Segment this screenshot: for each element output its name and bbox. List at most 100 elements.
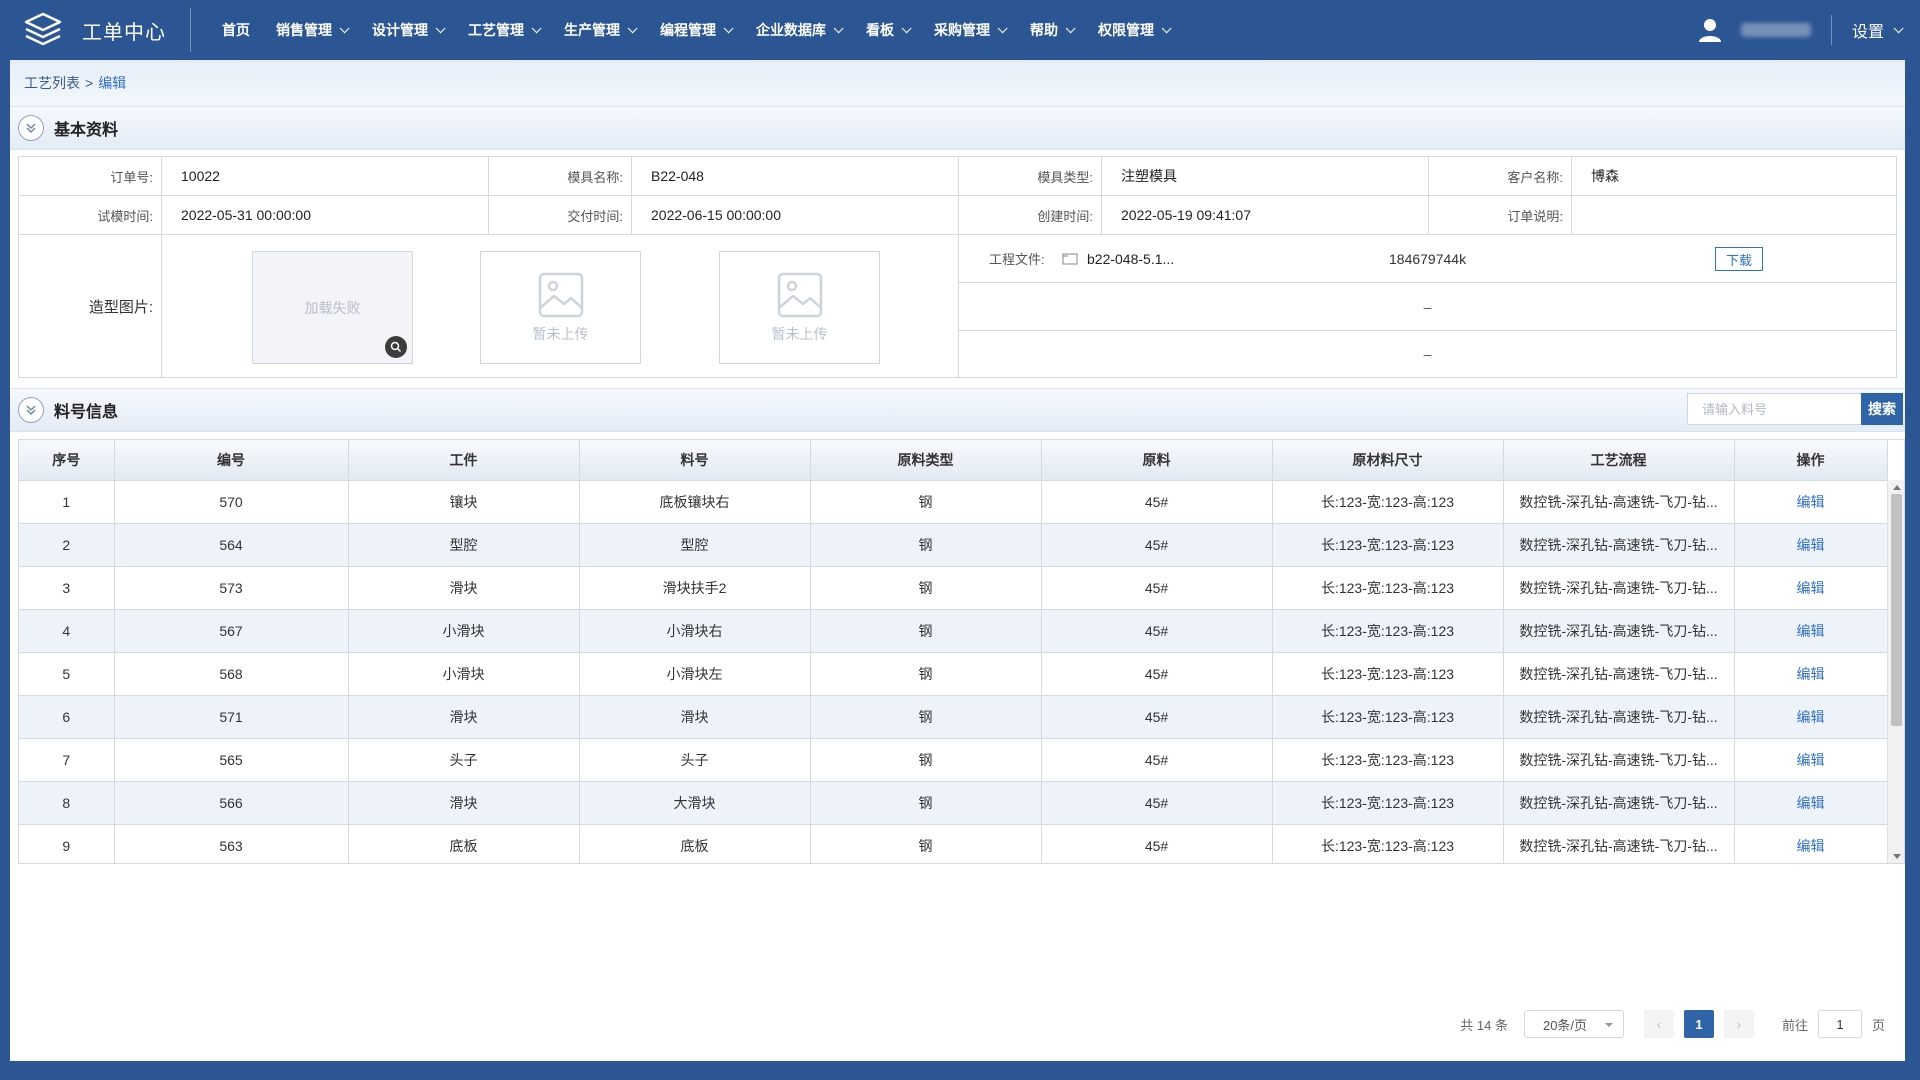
table-cell: 45# xyxy=(1041,824,1273,863)
nav-item-8[interactable]: 采购管理 xyxy=(921,0,1017,60)
table-cell: 滑块 xyxy=(348,566,580,610)
collapse-chevron-icon[interactable] xyxy=(18,397,44,423)
edit-link[interactable]: 编辑 xyxy=(1734,695,1888,739)
table-cell: 571 xyxy=(114,695,349,739)
zoom-icon[interactable] xyxy=(385,336,407,358)
chevron-down-icon xyxy=(339,22,350,33)
goto-page: 前往 页 xyxy=(1782,1010,1885,1038)
table-cell: 钢 xyxy=(810,609,1042,653)
edit-link[interactable]: 编辑 xyxy=(1734,609,1888,653)
nav-item-9[interactable]: 帮助 xyxy=(1017,0,1085,60)
nav-item-label: 首页 xyxy=(222,22,250,38)
edit-link[interactable]: 编辑 xyxy=(1734,781,1888,825)
table-cell: 钢 xyxy=(810,695,1042,739)
scroll-thumb[interactable] xyxy=(1891,494,1902,726)
image-row: 造型图片: 加载失败 暂未上传 暂未上传 工程文件: b22-048-5.1..… xyxy=(19,235,1896,377)
nav-item-10[interactable]: 权限管理 xyxy=(1085,0,1181,60)
table-cell: 滑块 xyxy=(579,695,811,739)
table-cell: 头子 xyxy=(579,738,811,782)
caret-down-icon xyxy=(1604,1023,1613,1027)
top-navbar: 工单中心 首页 销售管理 设计管理 工艺管理 生产管理 编程管理 企业数据库 看板 采购管理 帮助… xyxy=(0,0,1920,60)
logo[interactable]: 工单中心 xyxy=(0,0,190,60)
edit-link[interactable]: 编辑 xyxy=(1734,523,1888,567)
table-row: 5 568 小滑块 小滑块左钢 45# 长:123-宽:123-高:123 数控铣-深孔钻-… xyxy=(19,652,1888,696)
table-cell: 长:123-宽:123-高:123 xyxy=(1272,480,1504,524)
table-cell: 565 xyxy=(114,738,349,782)
user-icon[interactable] xyxy=(1697,17,1723,43)
info-label: 创建时间: xyxy=(959,196,1102,234)
breadcrumb-current: 编辑 xyxy=(98,75,127,91)
page-size-select[interactable]: 20条/页 xyxy=(1523,1010,1624,1038)
table-cell: 小滑块右 xyxy=(579,609,811,653)
model-image-2[interactable]: 暂未上传 xyxy=(480,251,641,364)
info-label: 订单说明: xyxy=(1429,196,1572,234)
chevron-down-icon xyxy=(435,22,446,33)
download-button[interactable]: 下载 xyxy=(1715,247,1763,271)
nav-item-7[interactable]: 看板 xyxy=(853,0,921,60)
edit-link[interactable]: 编辑 xyxy=(1734,738,1888,782)
nav-item-label: 企业数据库 xyxy=(756,22,826,38)
table-cell: 型腔 xyxy=(348,523,580,567)
table-cell: 小滑块 xyxy=(348,609,580,653)
nav-item-2[interactable]: 设计管理 xyxy=(359,0,455,60)
breadcrumb-separator: > xyxy=(85,75,94,91)
nav-item-0[interactable]: 首页 xyxy=(209,0,263,60)
user-name-blurred[interactable] xyxy=(1740,23,1811,37)
info-value: 注塑模具 xyxy=(1102,157,1429,195)
nav-item-label: 工艺管理 xyxy=(468,22,524,38)
parts-table: 序号 编号 工件 料号 原料类型 原料 原材料尺寸 工艺流程 操作 1 570 镶块 底板镶块右钢 45… xyxy=(19,440,1888,863)
nav-item-label: 设计管理 xyxy=(372,22,428,38)
settings-menu[interactable]: 设置 xyxy=(1852,18,1904,42)
edit-link[interactable]: 编辑 xyxy=(1734,652,1888,696)
nav-item-5[interactable]: 编程管理 xyxy=(647,0,743,60)
parts-table-wrap: 序号 编号 工件 料号 原料类型 原料 原材料尺寸 工艺流程 操作 1 570 镶块 底板镶块右钢 45… xyxy=(18,439,1905,864)
edit-link[interactable]: 编辑 xyxy=(1734,566,1888,610)
table-cell: 头子 xyxy=(348,738,580,782)
table-cell: 564 xyxy=(114,523,349,567)
scroll-up-arrow-icon[interactable] xyxy=(1893,485,1901,490)
model-image-1[interactable]: 加载失败 xyxy=(252,251,413,364)
table-row: 2 564 型腔 型腔钢 45# 长:123-宽:123-高:123 数控铣-深孔钻-高速铣… xyxy=(19,523,1888,567)
nav-item-6[interactable]: 企业数据库 xyxy=(743,0,853,60)
table-cell: 8 xyxy=(19,781,115,825)
info-value: 2022-05-19 09:41:07 xyxy=(1102,196,1429,234)
nav-item-label: 看板 xyxy=(866,22,894,38)
search-button[interactable]: 搜索 xyxy=(1861,393,1903,425)
file-name[interactable]: b22-048-5.1... xyxy=(1087,251,1174,267)
page-number-current[interactable]: 1 xyxy=(1683,1010,1714,1038)
edit-link[interactable]: 编辑 xyxy=(1734,824,1888,863)
scroll-down-arrow-icon[interactable] xyxy=(1893,854,1901,859)
column-header: 编号 xyxy=(114,440,349,481)
table-scrollbar[interactable] xyxy=(1887,480,1904,863)
chevron-down-icon xyxy=(997,22,1008,33)
nav-item-4[interactable]: 生产管理 xyxy=(551,0,647,60)
column-header: 序号 xyxy=(19,440,115,481)
collapse-chevron-icon[interactable] xyxy=(18,115,44,141)
empty-dash: – xyxy=(1423,346,1432,362)
breadcrumb-parent[interactable]: 工艺列表 xyxy=(24,73,80,93)
info-label: 模具名称: xyxy=(489,157,632,195)
table-cell: 底板镶块右 xyxy=(579,480,811,524)
page-size-value: 20条/页 xyxy=(1542,1017,1588,1033)
table-cell: 长:123-宽:123-高:123 xyxy=(1272,824,1504,863)
info-label: 试模时间: xyxy=(19,196,162,234)
goto-page-input[interactable] xyxy=(1817,1010,1862,1038)
file-row-empty: – xyxy=(959,331,1896,377)
part-number-search-input[interactable] xyxy=(1687,393,1861,425)
layers-logo-icon xyxy=(24,12,62,46)
edit-link[interactable]: 编辑 xyxy=(1734,480,1888,524)
app-title: 工单中心 xyxy=(82,21,166,44)
table-cell: 钢 xyxy=(810,738,1042,782)
nav-item-3[interactable]: 工艺管理 xyxy=(455,0,551,60)
image-label: 造型图片: xyxy=(19,235,162,377)
info-row: 试模时间: 2022-05-31 00:00:00 交付时间: 2022-06-15 … xyxy=(19,196,1896,235)
model-image-3[interactable]: 暂未上传 xyxy=(719,251,880,364)
table-cell: 小滑块 xyxy=(348,652,580,696)
table-cell: 45# xyxy=(1041,781,1273,825)
table-cell: 45# xyxy=(1041,738,1273,782)
prev-page-button[interactable]: ‹ xyxy=(1643,1010,1674,1038)
table-cell: 底板 xyxy=(348,824,580,863)
nav-divider xyxy=(190,8,191,52)
nav-item-1[interactable]: 销售管理 xyxy=(263,0,359,60)
next-page-button[interactable]: › xyxy=(1723,1010,1754,1038)
